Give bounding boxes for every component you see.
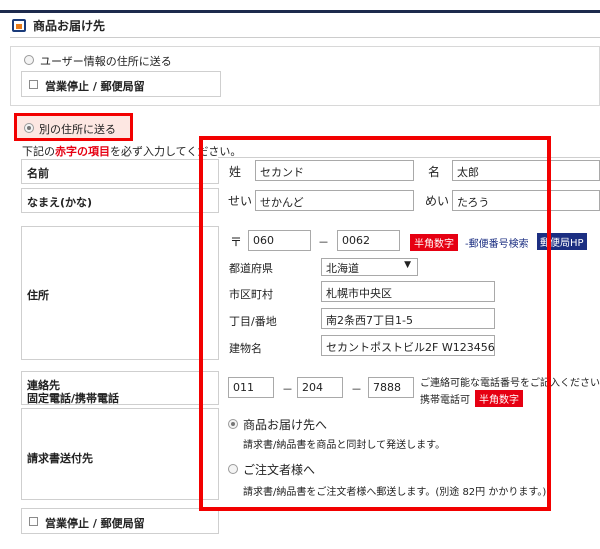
name-label: 名前 <box>27 167 49 180</box>
section-title: 商品お届け先 <box>33 19 106 33</box>
other-address-label[interactable]: 別の住所に送る <box>39 121 116 137</box>
delivery-icon <box>12 19 26 32</box>
top-bar <box>0 10 600 13</box>
other-address-radio[interactable] <box>24 123 34 133</box>
invoice-label: 請求書送付先 <box>27 452 93 465</box>
annotation-highlight-frame <box>199 136 551 511</box>
closed-checkbox-top-label: 営業停止 / 郵便局留 <box>45 80 145 93</box>
required-highlight: 赤字の項目 <box>55 145 110 158</box>
closed-checkbox-bottom[interactable] <box>29 517 38 526</box>
user-address-label[interactable]: ユーザー情報の住所に送る <box>40 53 172 69</box>
closed-checkbox-top[interactable] <box>29 80 38 89</box>
closed-checkbox-bottom-label: 営業停止 / 郵便局留 <box>45 517 145 530</box>
user-address-radio[interactable] <box>24 55 34 65</box>
address-label-cell <box>21 226 219 360</box>
title-divider <box>10 37 600 38</box>
address-label: 住所 <box>27 289 49 302</box>
kana-label: なまえ(かな) <box>27 196 93 209</box>
name-label-cell <box>21 159 219 184</box>
phone-label-line2: 固定電話/携帯電話 <box>27 392 120 405</box>
